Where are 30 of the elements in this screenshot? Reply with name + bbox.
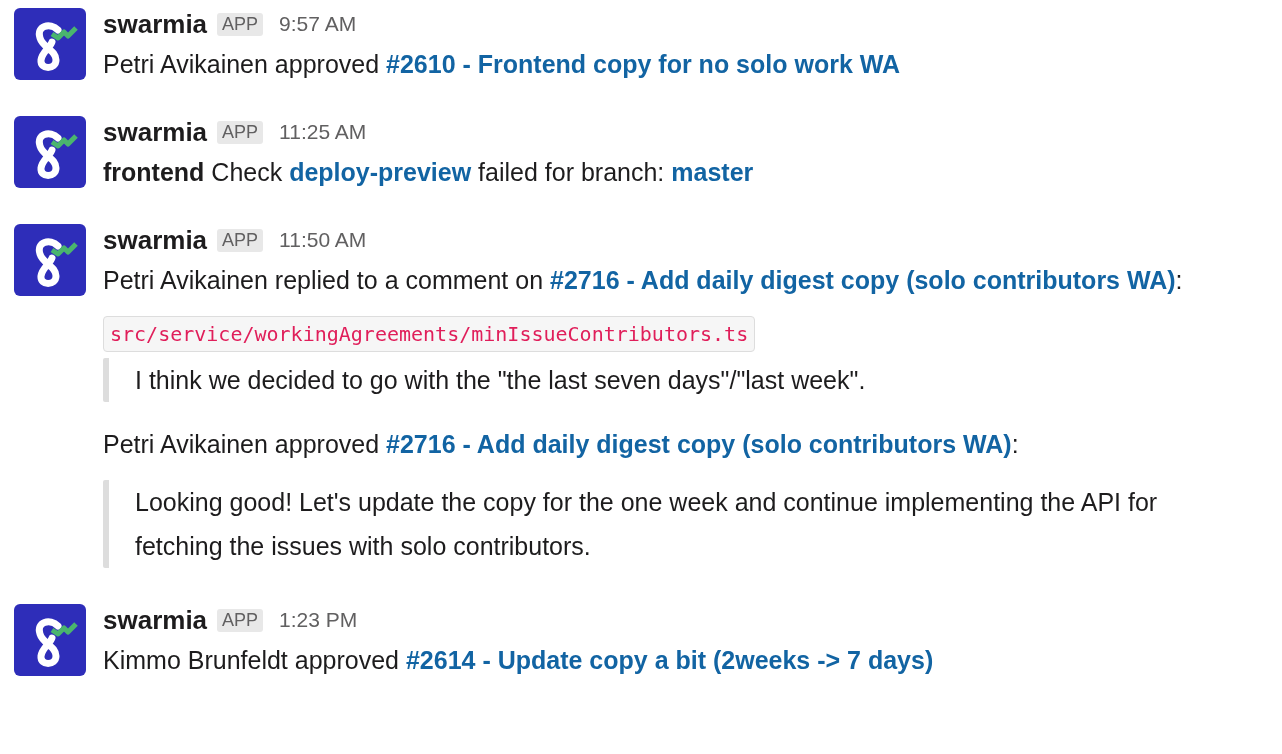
- link[interactable]: master: [671, 158, 754, 186]
- sender-name[interactable]: swarmia: [103, 116, 208, 148]
- link[interactable]: #2716 - Add daily digest copy (solo contributors WA): [550, 266, 1176, 294]
- quote-text: Looking good! Let's update the copy for the one week and continue implementing the API for fetching the issues with solo contributors.: [135, 488, 1158, 560]
- app-logo-icon: [14, 224, 86, 296]
- link[interactable]: deploy-preview: [289, 158, 472, 186]
- inline-code: src/service/workingAgreements/minIssueContributors.ts: [103, 316, 756, 352]
- app-badge: APP: [217, 12, 264, 36]
- app-logo-icon: [14, 8, 86, 80]
- message-text: Kimmo Brunfeldt approved #2614 - Update copy a bit (2weeks -> 7 days): [103, 645, 935, 676]
- message-text: frontend Check deploy-preview failed for branch: master: [103, 157, 755, 188]
- app-logo-icon: [14, 604, 86, 676]
- link[interactable]: #2610 - Frontend copy for no solo work WA: [386, 50, 900, 78]
- app-badge: APP: [217, 608, 264, 632]
- link[interactable]: #2716 - Add daily digest copy (solo contributors WA): [386, 430, 1012, 458]
- timestamp[interactable]: 11:25 AM: [279, 120, 367, 144]
- app-badge: APP: [217, 228, 264, 252]
- message-text: Petri Avikainen approved #2610 - Frontend copy for no solo work WA: [103, 49, 901, 80]
- app-logo-icon: [14, 116, 86, 188]
- timestamp[interactable]: 11:50 AM: [279, 228, 367, 252]
- app-badge: APP: [217, 120, 264, 144]
- message-text: Petri Avikainen replied to a comment on #2716 - Add daily digest copy (solo contributors WA):: [103, 265, 1184, 296]
- sender-name[interactable]: swarmia: [103, 224, 208, 256]
- message-text: Petri Avikainen approved #2716 - Add daily digest copy (solo contributors WA):: [103, 429, 1020, 460]
- timestamp[interactable]: 9:57 AM: [279, 12, 357, 36]
- quote-text: I think we decided to go with the "the last seven days"/"last week".: [135, 366, 866, 394]
- sender-name[interactable]: swarmia: [103, 604, 208, 636]
- link[interactable]: #2614 - Update copy a bit (2weeks -> 7 days): [405, 646, 934, 674]
- sender-name[interactable]: swarmia: [103, 8, 208, 40]
- timestamp[interactable]: 1:23 PM: [279, 608, 358, 632]
